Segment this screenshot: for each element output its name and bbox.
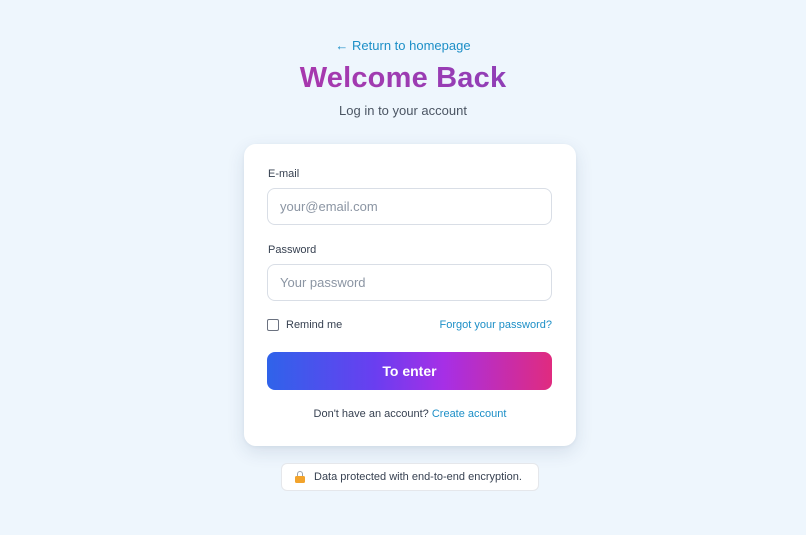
signup-prompt-text: Don't have an account?	[313, 408, 429, 420]
password-label: Password	[268, 244, 317, 256]
email-label: E-mail	[268, 168, 300, 180]
remind-me-checkbox[interactable]	[267, 319, 279, 331]
signup-prompt: Don't have an account? Create account	[244, 408, 576, 420]
login-submit-button[interactable]: To enter	[267, 352, 552, 390]
login-card: E-mail Password Remind me Forgot your pa…	[244, 144, 576, 446]
return-homepage-link[interactable]: ← Return to homepage	[0, 38, 806, 53]
remind-me-toggle[interactable]: Remind me	[267, 319, 342, 331]
lock-icon	[295, 471, 305, 483]
page-subtitle: Log in to your account	[339, 103, 467, 118]
page-title: Welcome Back	[0, 62, 806, 95]
login-page: ← Return to homepage Welcome Back Log in…	[0, 0, 806, 535]
security-notice-text: Data protected with end-to-end encryptio…	[314, 471, 522, 483]
return-homepage-link-label: ← Return to homepage	[335, 38, 471, 53]
password-field[interactable]	[267, 264, 552, 301]
forgot-password-link[interactable]: Forgot your password?	[440, 319, 553, 331]
security-notice: Data protected with end-to-end encryptio…	[281, 463, 539, 491]
email-field[interactable]	[267, 188, 552, 225]
remind-me-label: Remind me	[286, 319, 343, 331]
create-account-link[interactable]: Create account	[432, 408, 507, 420]
